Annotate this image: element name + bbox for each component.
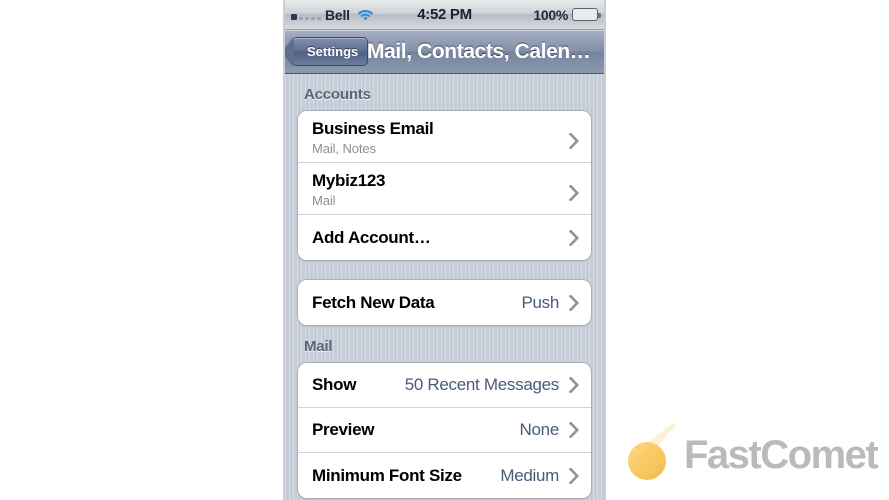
row-business-email[interactable]: Business Email Mail, Notes (298, 111, 591, 163)
row-subtitle: Mail, Notes (312, 141, 376, 156)
chevron-right-icon (569, 422, 579, 438)
row-show[interactable]: Show 50 Recent Messages (298, 363, 591, 408)
back-button-label: Settings (307, 44, 359, 59)
row-preview[interactable]: Preview None (298, 408, 591, 453)
comet-icon (622, 422, 677, 482)
chevron-right-icon (569, 294, 579, 311)
row-texts: Business Email Mail, Notes (312, 117, 567, 156)
row-title: Minimum Font Size (312, 465, 462, 485)
status-bar-right: 100% (533, 6, 601, 23)
settings-table: Accounts Business Email Mail, Notes Mybi… (285, 74, 604, 500)
section-header-accounts: Accounts (304, 86, 371, 103)
battery-percent-label: 100% (533, 6, 568, 23)
row-minimum-font-size[interactable]: Minimum Font Size Medium (298, 453, 591, 498)
row-add-account[interactable]: Add Account… (298, 215, 591, 260)
page-title: Mail, Contacts, Calen… (367, 39, 591, 63)
section-header-mail: Mail (304, 338, 333, 355)
status-bar: Bell 4:52 PM 100% (285, 0, 604, 30)
chevron-right-icon (569, 467, 579, 484)
chevron-right-icon (569, 229, 579, 246)
group-accounts: Business Email Mail, Notes Mybiz123 Mail (297, 110, 592, 261)
row-mybiz123[interactable]: Mybiz123 Mail (298, 163, 591, 215)
row-value: 50 Recent Messages (404, 375, 560, 394)
row-title: Business Email (312, 119, 434, 138)
phone-screen: Bell 4:52 PM 100% Settings Mail, Contact… (285, 0, 604, 500)
row-texts: Minimum Font Size (312, 466, 500, 486)
row-title: Preview (312, 420, 375, 439)
row-texts: Preview (312, 420, 520, 440)
navigation-bar: Settings Mail, Contacts, Calen… (285, 30, 604, 74)
row-texts: Mybiz123 Mail (312, 169, 567, 208)
row-value: Push (521, 292, 559, 312)
row-texts: Add Account… (312, 228, 567, 248)
row-subtitle: Mail (312, 193, 336, 208)
chevron-right-icon (569, 377, 579, 393)
row-texts: Show (312, 375, 405, 395)
screenshot-root: Bell 4:52 PM 100% Settings Mail, Contact… (0, 0, 889, 500)
phone-bezel: Bell 4:52 PM 100% Settings Mail, Contact… (283, 0, 606, 500)
row-value: None (519, 420, 560, 439)
row-title: Add Account… (312, 227, 431, 247)
row-value: Medium (500, 465, 559, 485)
row-title: Show (312, 375, 357, 394)
group-fetch: Fetch New Data Push (297, 279, 592, 326)
watermark-label: FastComet (684, 432, 879, 477)
fastcomet-watermark: FastComet (622, 422, 879, 482)
battery-full-icon (572, 8, 601, 21)
group-mail: Show 50 Recent Messages Preview None Min… (297, 362, 592, 499)
chevron-right-icon (569, 184, 579, 201)
row-texts: Fetch New Data (312, 293, 521, 313)
row-fetch-new-data[interactable]: Fetch New Data Push (298, 280, 591, 325)
back-button-settings[interactable]: Settings (285, 37, 369, 67)
chevron-right-icon (569, 132, 579, 149)
row-title: Fetch New Data (312, 292, 435, 312)
row-title: Mybiz123 (312, 171, 386, 190)
